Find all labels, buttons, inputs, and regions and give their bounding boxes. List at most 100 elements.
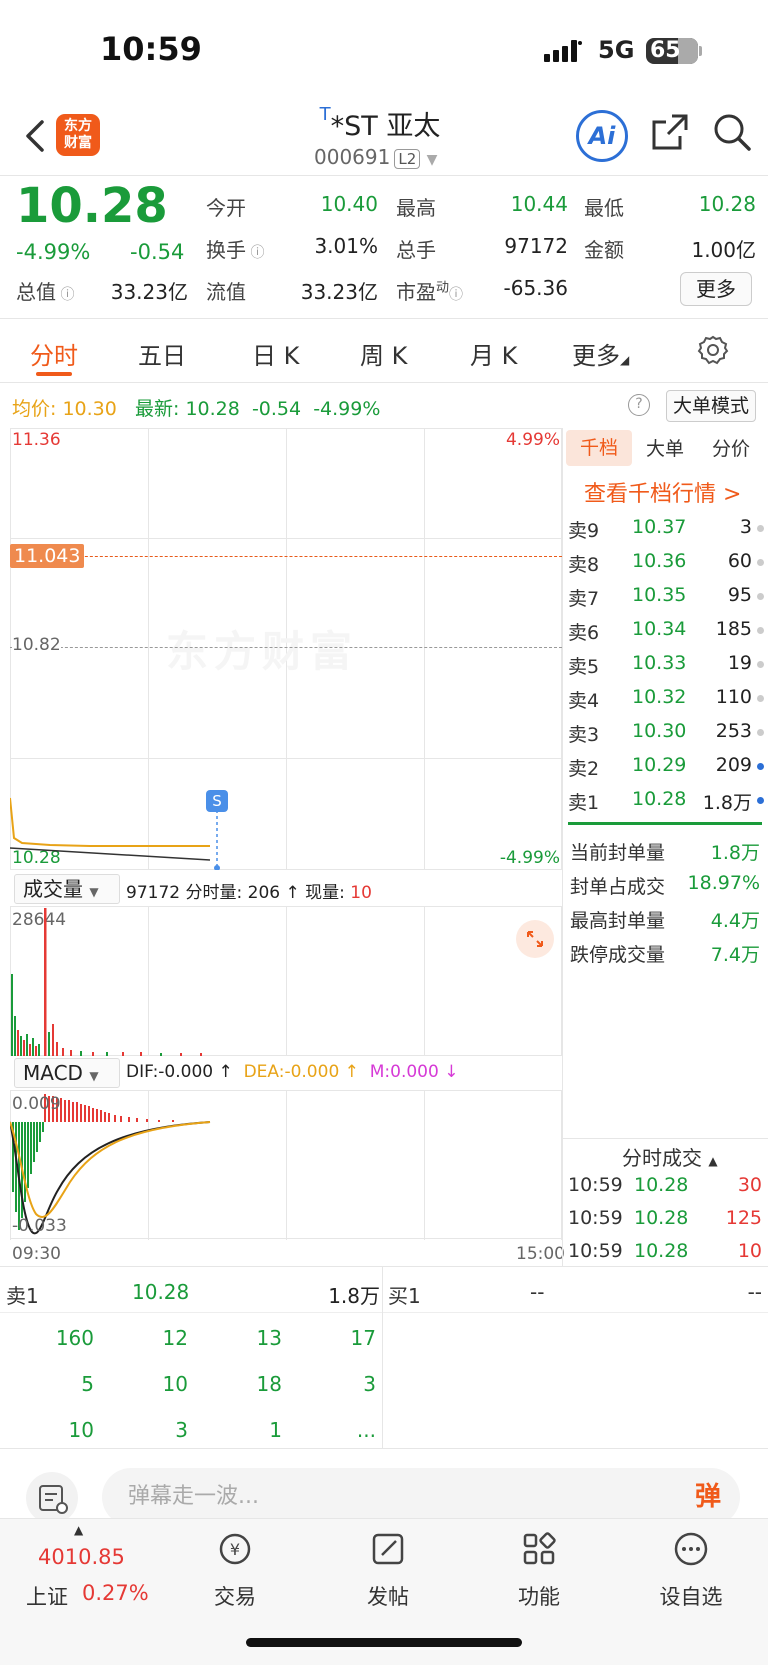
tab-post[interactable]: 发帖 [333, 1533, 443, 1611]
intraday-chart[interactable]: 东方财富 11.043 10.82 11.36 4.99% 10.28 -4.9… [10, 428, 562, 870]
share-icon[interactable] [650, 112, 690, 152]
edit-icon [372, 1533, 404, 1565]
tab-daily-k[interactable]: 日 K [252, 336, 299, 371]
open-label: 今开 [206, 196, 246, 220]
tab-more[interactable]: 更多◢ [572, 336, 629, 371]
high-label: 最高 [396, 196, 436, 220]
open-value: 10.40 [320, 192, 378, 216]
avg-latest-line: 均价: 10.30 最新: 10.28 -0.54 -4.99% [12, 398, 381, 420]
gear-icon[interactable] [697, 334, 729, 366]
queue-cell: 18 [256, 1372, 282, 1396]
queue-cell: 3 [175, 1418, 188, 1442]
buy1-price: -- [530, 1280, 545, 1304]
back-arrow-icon[interactable] [22, 118, 50, 154]
tab-five-day[interactable]: 五日 [138, 336, 186, 371]
queue-cell: 10 [68, 1418, 94, 1442]
sell1-label: 卖1 [6, 1284, 39, 1308]
time-end-label: 15:00 [516, 1244, 565, 1264]
low-value: 10.28 [698, 192, 756, 216]
more-quote-button[interactable]: 更多 [680, 272, 752, 306]
index-name[interactable]: 上证 [26, 1581, 68, 1611]
tab-functions[interactable]: 功能 [484, 1532, 594, 1611]
change-percent: -4.99% [16, 240, 91, 264]
volume-value: 97172 [504, 234, 568, 258]
divider [0, 318, 768, 319]
signal-marker[interactable]: S [206, 790, 228, 812]
tab-monthly-k[interactable]: 月 K [470, 336, 517, 371]
macd-top-label: 0.009 [12, 1094, 61, 1114]
stock-code[interactable]: 000691 L2 ▼ [314, 145, 437, 169]
float-value: 33.23亿 [300, 280, 378, 304]
panel-divider [562, 428, 563, 1266]
order-book-row: 卖2 10.29 209 [568, 754, 764, 784]
queue-cell: 17 [350, 1326, 376, 1350]
big-order-mode-button[interactable]: 大单模式 [666, 390, 756, 422]
volume-bars [11, 908, 202, 1056]
low-label: 最低 [584, 196, 624, 220]
queue-cell: 12 [162, 1326, 188, 1350]
macd-chart[interactable]: 0.009 -0.033 [10, 1090, 562, 1240]
float-label: 流值 [206, 280, 246, 304]
volume-selector[interactable]: 成交量 ▼ [14, 874, 120, 904]
turnover-value: 3.01% [314, 234, 378, 258]
tab-thousand-depth[interactable]: 千档 [566, 430, 632, 466]
buy1-label: 买1 [388, 1284, 421, 1308]
mktcap-value: 33.23亿 [110, 280, 188, 304]
danmaku-toggle-button[interactable]: 弹 [680, 1472, 736, 1522]
change-amount: -0.54 [130, 240, 185, 264]
trade-icon: ¥ [219, 1533, 251, 1565]
time-start-label: 09:30 [12, 1244, 61, 1264]
caret-up-icon: ▲ [74, 1523, 84, 1537]
buy1-qty: -- [747, 1280, 762, 1304]
app-logo: 东方 财富 [56, 114, 100, 156]
order-book-row: 卖5 10.33 19 [568, 652, 764, 682]
index-change[interactable]: 0.27% [82, 1581, 149, 1605]
help-icon[interactable]: ? [628, 394, 650, 416]
queue-cell: 13 [256, 1326, 282, 1350]
sell1-price: 10.28 [132, 1280, 190, 1304]
tab-intraday[interactable]: 分时 [30, 336, 78, 371]
indicator-selector[interactable]: MACD ▼ [14, 1058, 120, 1088]
grid-icon [523, 1532, 556, 1565]
info-icon: ⓘ [56, 287, 75, 303]
queue-cell: 3 [363, 1372, 376, 1396]
price-line [10, 792, 220, 870]
ai-assistant-button[interactable]: Ai [576, 110, 628, 162]
tab-indicator [36, 372, 72, 376]
volume-label: 总手 [396, 238, 436, 262]
tab-big-orders[interactable]: 大单 [646, 434, 684, 461]
cell-signal-icon [544, 40, 582, 62]
tab-price-distribution[interactable]: 分价 [712, 434, 750, 461]
divider [0, 1312, 768, 1313]
tab-trade[interactable]: ¥ 交易 [180, 1533, 290, 1611]
queue-cell: 10 [162, 1372, 188, 1396]
order-book-row: 卖1 10.28 1.8万 [568, 788, 764, 818]
queue-more[interactable]: ... [300, 1418, 376, 1442]
dropdown-caret-icon: ▼ [426, 152, 438, 168]
level2-badge: L2 [394, 149, 421, 169]
search-icon[interactable] [712, 112, 752, 152]
volume-chart[interactable]: 28644 [10, 906, 562, 1056]
amount-label: 金额 [584, 238, 624, 262]
stock-name[interactable]: T*ST 亚太 [300, 104, 460, 143]
tab-weekly-k[interactable]: 周 K [360, 336, 407, 371]
divider [0, 1266, 768, 1267]
macd-values: DIF:-0.000 ↑ DEA:-0.000 ↑ M:0.000 ↓ [126, 1062, 459, 1082]
divider [0, 382, 768, 383]
view-depth-link[interactable]: 查看千档行情 > [584, 476, 741, 508]
queue-cell: 1 [269, 1418, 282, 1442]
index-value[interactable]: 4010.85 [38, 1545, 125, 1569]
expand-icon[interactable] [516, 920, 554, 958]
pe-label: 市盈动ⓘ [396, 280, 464, 304]
svg-text:¥: ¥ [230, 1540, 240, 1559]
tab-add-watchlist[interactable]: 设自选 [636, 1532, 746, 1611]
volume-summary: 97172 分时量: 206 ↑ 现量: 10 [126, 883, 372, 903]
pe-value: -65.36 [503, 276, 568, 300]
status-bar: 10:59 5G 65 [0, 0, 768, 100]
battery-icon: 65 [646, 38, 698, 64]
trades-header[interactable]: 分时成交 ▲ [622, 1142, 718, 1171]
status-time: 10:59 [100, 30, 202, 68]
comment-list-icon[interactable] [26, 1472, 78, 1524]
order-book-row: 卖7 10.35 95 [568, 584, 764, 614]
high-value: 10.44 [510, 192, 568, 216]
